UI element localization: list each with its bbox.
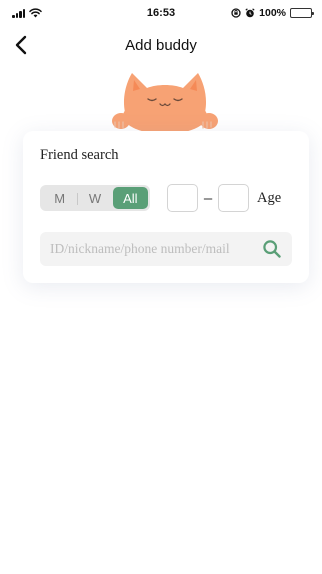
cat-mascot-icon — [112, 73, 218, 134]
battery-charging-icon — [290, 8, 314, 18]
search-input[interactable] — [50, 232, 254, 266]
alarm-icon — [245, 8, 255, 18]
signal-icon — [12, 8, 25, 18]
search-button[interactable] — [260, 237, 284, 261]
status-left — [12, 8, 102, 18]
status-right: 100% — [231, 7, 314, 19]
age-min-input[interactable] — [167, 184, 198, 212]
orientation-lock-icon — [231, 8, 241, 18]
friend-search-card: Friend search M W All – Age — [23, 131, 309, 283]
status-bar: 16:53 100% — [0, 0, 322, 26]
age-separator: – — [203, 189, 213, 207]
gender-selector: M W All — [40, 185, 150, 211]
friend-search-title: Friend search — [40, 147, 119, 163]
filter-row: M W All – Age — [40, 184, 292, 212]
chevron-left-icon — [15, 35, 27, 55]
gender-option-w[interactable]: W — [77, 187, 112, 209]
age-label: Age — [257, 189, 282, 206]
wifi-icon — [29, 8, 42, 18]
battery-percentage: 100% — [259, 7, 286, 19]
gender-option-all[interactable]: All — [112, 187, 148, 209]
age-max-input[interactable] — [218, 184, 249, 212]
search-bar — [40, 232, 292, 266]
search-icon — [263, 240, 281, 258]
gender-option-m[interactable]: M — [42, 187, 77, 209]
navigation-bar: Add buddy — [0, 26, 322, 64]
back-button[interactable] — [8, 32, 34, 58]
page-title: Add buddy — [125, 36, 197, 54]
